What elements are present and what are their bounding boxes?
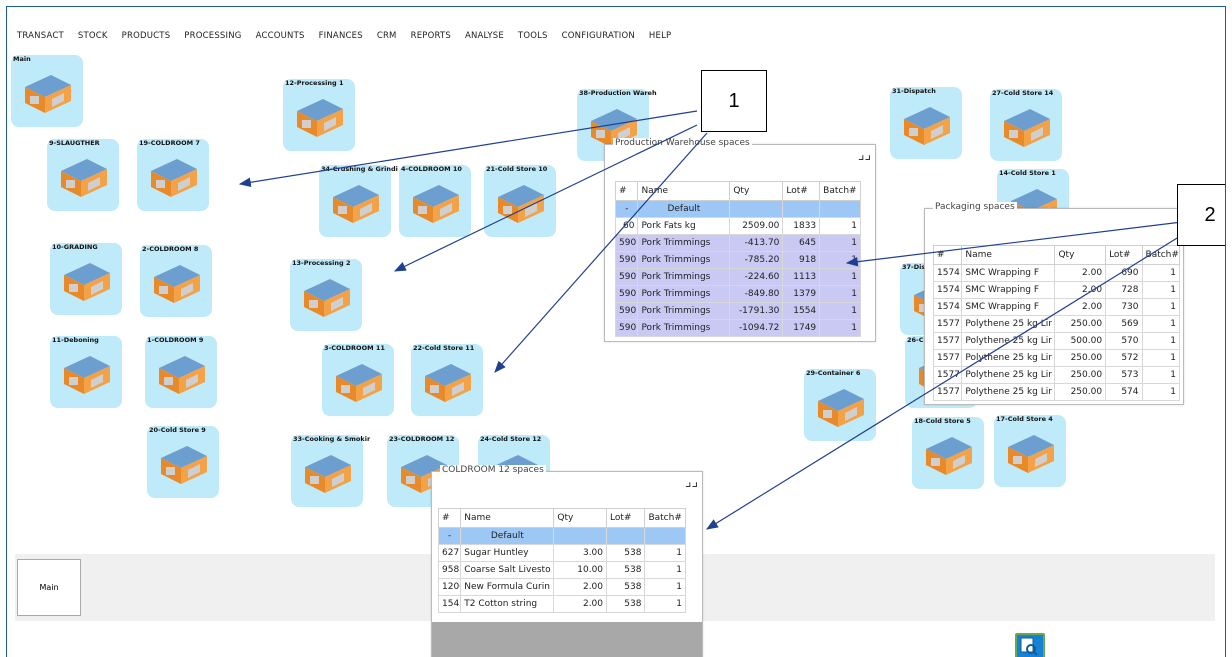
arrow-1a: [238, 110, 698, 188]
callout-1: 1: [701, 70, 767, 132]
arrow-1c: [494, 132, 708, 373]
arrow-2b: [705, 234, 1183, 530]
callout-2: 2: [1177, 184, 1225, 246]
arrow-1b: [393, 124, 698, 272]
main-window: TRANSACT STOCK PRODUCTS PROCESSING ACCOU…: [6, 6, 1226, 657]
annotation-arrows: [238, 110, 1183, 530]
arrow-2a: [845, 221, 1183, 267]
